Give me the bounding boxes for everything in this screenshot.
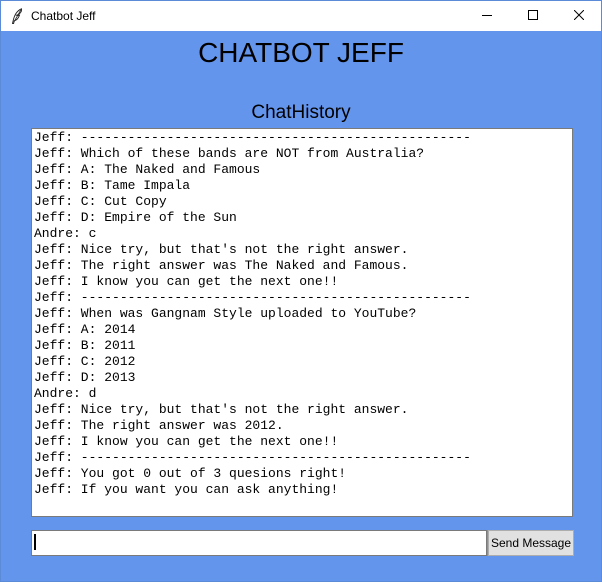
message-input[interactable] <box>31 530 487 556</box>
chat-line: Jeff: C: 2012 <box>34 354 136 369</box>
minimize-button[interactable] <box>464 1 510 31</box>
chat-line: Andre: c <box>34 226 97 241</box>
title-bar[interactable]: Chatbot Jeff <box>1 1 601 31</box>
send-message-button[interactable]: Send Message <box>488 530 574 556</box>
chat-line: Jeff: A: 2014 <box>34 322 136 337</box>
feather-icon <box>11 8 23 25</box>
chat-line: Jeff: When was Gangnam Style uploaded to… <box>34 306 417 321</box>
chat-line: Jeff: D: 2013 <box>34 370 136 385</box>
minimize-icon <box>482 9 492 23</box>
chat-line: Jeff: If you want you can ask anything! <box>34 482 339 497</box>
chat-line: Jeff: Which of these bands are NOT from … <box>34 146 425 161</box>
chat-line: Jeff: You got 0 out of 3 quesions right! <box>34 466 347 481</box>
page-title: CHATBOT JEFF <box>198 37 404 68</box>
chat-line: Jeff: ----------------------------------… <box>34 290 471 305</box>
chat-line: Jeff: Nice try, but that's not the right… <box>34 242 409 257</box>
chat-line: Jeff: The right answer was 2012. <box>34 418 284 433</box>
chat-line: Jeff: B: 2011 <box>34 338 136 353</box>
text-cursor <box>34 534 36 550</box>
chat-line: Jeff: Nice try, but that's not the right… <box>34 402 409 417</box>
chat-line: Jeff: I know you can get the next one!! <box>34 274 339 289</box>
chat-line: Jeff: I know you can get the next one!! <box>34 434 339 449</box>
chat-history-label: ChatHistory <box>251 102 351 123</box>
chat-history-box[interactable]: Jeff: ----------------------------------… <box>31 128 573 517</box>
chat-line: Jeff: D: Empire of the Sun <box>34 210 237 225</box>
close-button[interactable] <box>556 1 601 31</box>
chat-line: Jeff: A: The Naked and Famous <box>34 162 261 177</box>
chat-line: Andre: d <box>34 386 97 401</box>
chat-line: Jeff: ----------------------------------… <box>34 130 471 145</box>
maximize-button[interactable] <box>510 1 556 31</box>
chat-line: Jeff: C: Cut Copy <box>34 194 167 209</box>
chat-line: Jeff: ----------------------------------… <box>34 450 471 465</box>
chat-line: Jeff: B: Tame Impala <box>34 178 191 193</box>
window-title: Chatbot Jeff <box>31 9 96 23</box>
chat-line: Jeff: The right answer was The Naked and… <box>34 258 409 273</box>
close-icon <box>573 9 585 23</box>
maximize-icon <box>528 9 538 23</box>
app-window: Chatbot Jeff CHATBOT JEFF ChatHistory Je… <box>0 0 602 582</box>
